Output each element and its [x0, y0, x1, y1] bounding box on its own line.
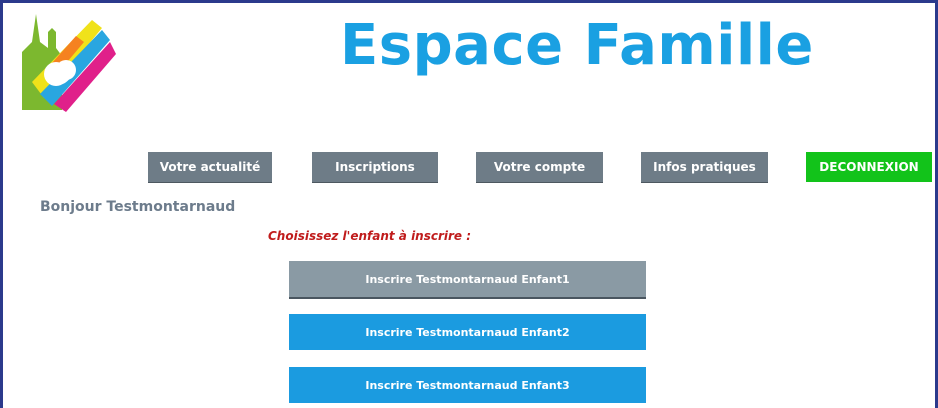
inscribe-child3-button[interactable]: Inscrire Testmontarnaud Enfant3: [289, 367, 646, 403]
inscribe-child2-button[interactable]: Inscrire Testmontarnaud Enfant2: [289, 314, 646, 350]
nav-inscriptions-button[interactable]: Inscriptions: [312, 152, 438, 182]
page-title: Espace Famille: [340, 13, 814, 78]
city-logo-icon: [14, 12, 118, 114]
logout-button[interactable]: DECONNEXION: [806, 152, 932, 182]
nav-actualite-button[interactable]: Votre actualité: [148, 152, 272, 182]
greeting-text: Bonjour Testmontarnaud: [40, 199, 236, 215]
nav-infos-button[interactable]: Infos pratiques: [641, 152, 768, 182]
nav-compte-button[interactable]: Votre compte: [476, 152, 603, 182]
choose-child-prompt: Choisissez l'enfant à inscrire :: [268, 229, 472, 243]
inscribe-child1-button[interactable]: Inscrire Testmontarnaud Enfant1: [289, 261, 646, 299]
